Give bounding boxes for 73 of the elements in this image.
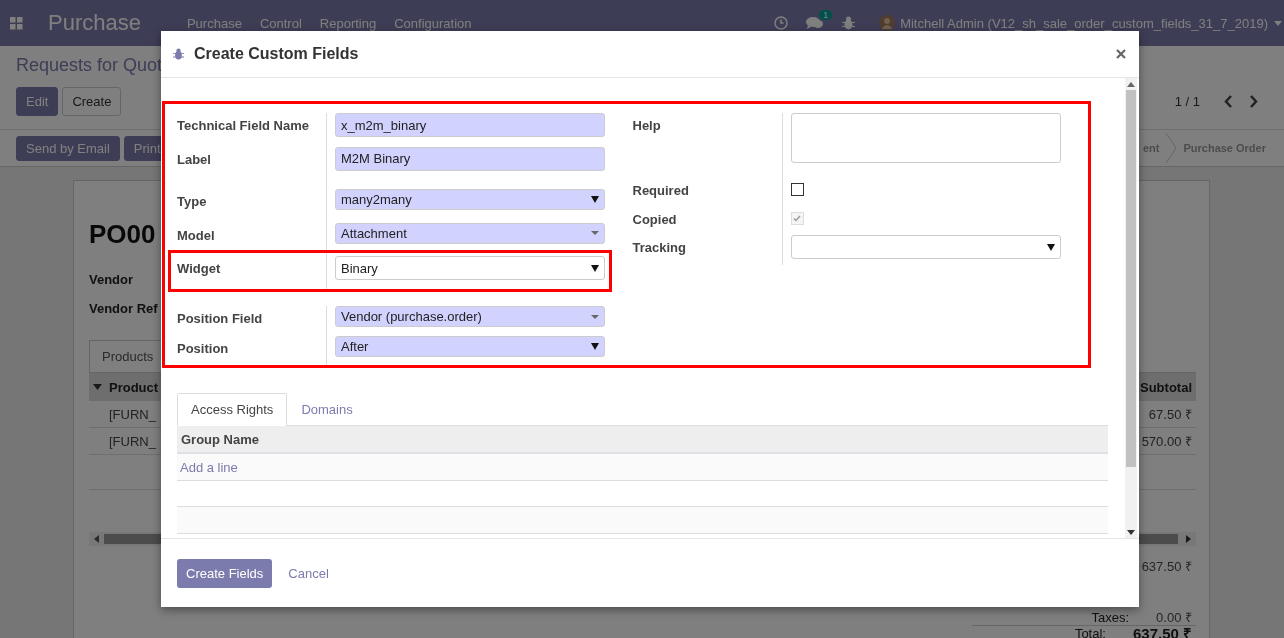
- vertical-scrollbar[interactable]: [1125, 78, 1137, 538]
- caret-icon: [591, 314, 599, 319]
- avatar-icon[interactable]: [879, 15, 896, 31]
- menu-item[interactable]: Control: [259, 15, 302, 31]
- message-count-badge: 1: [819, 10, 833, 20]
- bug-icon[interactable]: [842, 16, 856, 30]
- scroll-up-icon[interactable]: [1127, 82, 1135, 87]
- caret-icon: [591, 343, 599, 351]
- add-line-link[interactable]: Add a line: [180, 459, 238, 475]
- edit-button[interactable]: Edit: [16, 87, 59, 116]
- chat-icon[interactable]: [806, 16, 825, 30]
- select-field[interactable]: Attachment: [335, 222, 605, 244]
- table-cell: [FURN_: [109, 433, 156, 449]
- field-label: Copied: [632, 212, 677, 227]
- order-number: PO00: [89, 219, 156, 250]
- chevron-right-icon[interactable]: [1249, 95, 1258, 108]
- create-fields-button[interactable]: Create Fields: [177, 558, 273, 588]
- total-label: Taxes:: [1091, 610, 1130, 625]
- checkbox[interactable]: [790, 183, 804, 196]
- column-header[interactable]: Subtotal: [1140, 379, 1192, 395]
- field-label: Vendor: [89, 272, 134, 287]
- caret-icon[interactable]: [93, 384, 102, 390]
- tab[interactable]: Access Rights: [177, 393, 288, 426]
- field-label: Type: [177, 193, 207, 209]
- field-label: Position Field: [177, 311, 263, 327]
- create-button[interactable]: Create: [62, 87, 122, 116]
- app-title: Purchase: [48, 10, 141, 36]
- table-cell: [FURN_: [109, 406, 156, 422]
- total-amount: 637.50 ₹: [1141, 558, 1192, 574]
- scroll-left-icon[interactable]: [94, 535, 99, 543]
- caret-icon: [591, 195, 599, 203]
- caret-icon[interactable]: [1274, 20, 1282, 26]
- table-cell-text: 67.50 ₹: [1148, 406, 1192, 423]
- caret-icon: [591, 231, 599, 236]
- table-cell-text: 570.00 ₹: [1141, 433, 1192, 450]
- dialog-title: Create Custom Fields: [194, 45, 359, 63]
- clock-icon[interactable]: [774, 16, 789, 30]
- text-area[interactable]: [790, 113, 1061, 163]
- input-field[interactable]: M2M Binary: [335, 146, 605, 171]
- select-field[interactable]: Binary: [335, 256, 605, 281]
- column-header[interactable]: Product: [109, 379, 159, 395]
- chevron-left-icon[interactable]: [1224, 95, 1233, 108]
- field-label: Required: [632, 183, 689, 198]
- field-label: Help: [632, 118, 661, 133]
- column-header: Group Name: [181, 431, 259, 447]
- select-field[interactable]: [790, 235, 1061, 259]
- field-label: Position: [177, 341, 229, 357]
- apps-grid-icon[interactable]: [10, 16, 23, 30]
- field-label: Widget: [177, 261, 221, 277]
- menu-item[interactable]: Reporting: [319, 15, 377, 31]
- select-field[interactable]: After: [335, 336, 605, 358]
- field-label: Model: [177, 227, 215, 243]
- caret-icon: [591, 264, 599, 272]
- pager-text: 1 / 1: [1174, 94, 1200, 109]
- caret-icon: [1046, 243, 1055, 251]
- input-field[interactable]: x_m2m_binary: [335, 113, 605, 137]
- user-menu[interactable]: Mitchell Admin (V12_sh_sale_order_custom_fields_31_7_2019): [900, 15, 1268, 31]
- field-label: Technical Field Name: [177, 118, 309, 133]
- close-icon[interactable]: [1116, 49, 1126, 59]
- field-label: Vendor Ref: [89, 301, 158, 316]
- header-button[interactable]: Send by Email: [16, 135, 120, 161]
- scroll-right-icon[interactable]: [1186, 535, 1191, 543]
- total-amount: 0.00 ₹: [1156, 610, 1192, 625]
- cancel-link[interactable]: Cancel: [288, 565, 329, 581]
- menu-item[interactable]: Configuration: [394, 15, 472, 31]
- select-field[interactable]: Vendor (purchase.order): [335, 306, 605, 328]
- field-label: Tracking: [632, 240, 686, 255]
- bug-icon: [173, 48, 184, 60]
- tab[interactable]: Domains: [287, 393, 367, 425]
- menu-item[interactable]: Purchase: [186, 15, 242, 31]
- total-label: Total:: [1074, 626, 1106, 638]
- select-field[interactable]: many2many: [335, 188, 605, 210]
- field-label: Label: [177, 151, 211, 167]
